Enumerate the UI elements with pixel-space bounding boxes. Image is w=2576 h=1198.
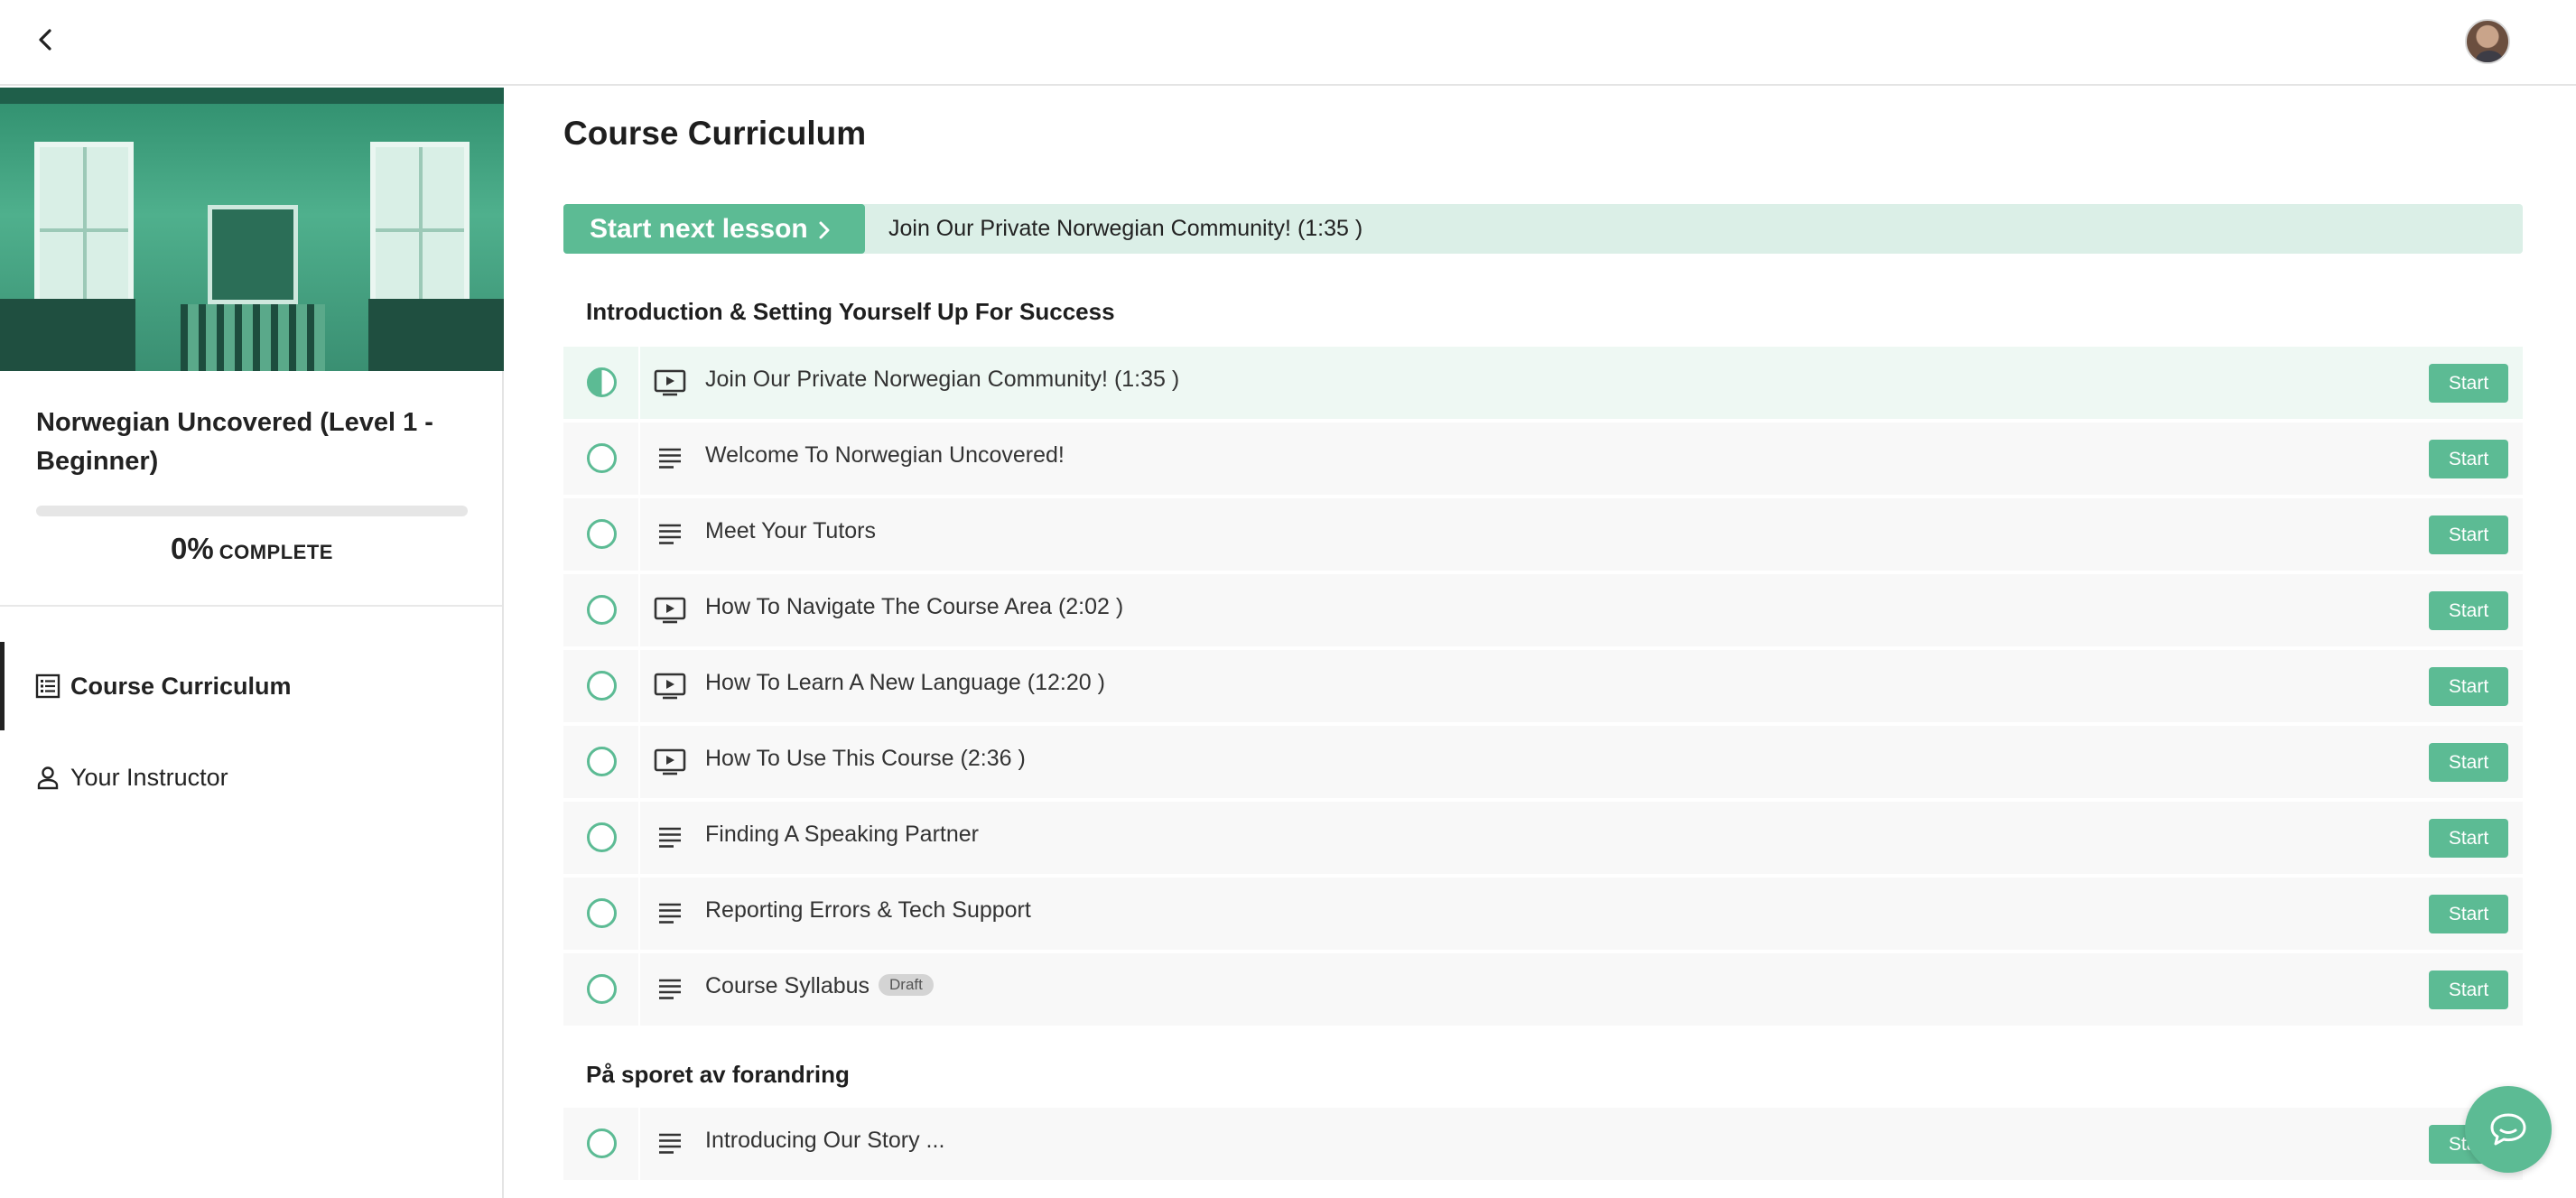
draft-badge: Draft bbox=[879, 974, 934, 997]
start-button[interactable]: Start bbox=[2429, 819, 2508, 858]
text-lesson-icon bbox=[659, 979, 681, 999]
video-icon bbox=[654, 597, 686, 624]
top-bar bbox=[0, 0, 2576, 86]
start-button[interactable]: Start bbox=[2429, 591, 2508, 630]
not-started-icon bbox=[587, 747, 617, 776]
not-started-icon bbox=[587, 519, 617, 549]
start-button[interactable]: Start bbox=[2429, 667, 2508, 706]
lesson-row[interactable]: Introducing Our Story ... Start bbox=[563, 1108, 2523, 1182]
start-button[interactable]: Start bbox=[2429, 970, 2508, 1009]
not-started-icon bbox=[587, 1128, 617, 1158]
not-started-icon bbox=[587, 898, 617, 928]
not-started-icon bbox=[587, 671, 617, 701]
start-next-lesson-button[interactable]: Start next lesson bbox=[563, 204, 865, 254]
sidebar-item-label: Your Instructor bbox=[70, 763, 228, 791]
lesson-title: Course Syllabus bbox=[705, 973, 870, 998]
next-lesson-title: Join Our Private Norwegian Community! (1… bbox=[888, 216, 1363, 241]
lesson-title: Meet Your Tutors bbox=[705, 518, 877, 543]
course-title: Norwegian Uncovered (Level 1 - Beginner) bbox=[36, 408, 433, 476]
sidebar-item-label: Course Curriculum bbox=[70, 672, 292, 700]
lesson-row[interactable]: Meet Your Tutors Start bbox=[563, 498, 2523, 572]
lesson-title: Welcome To Norwegian Uncovered! bbox=[705, 442, 1065, 468]
divider bbox=[0, 605, 502, 607]
chevron-left-icon bbox=[39, 29, 51, 51]
start-button[interactable]: Start bbox=[2429, 895, 2508, 933]
lesson-row[interactable]: How To Navigate The Course Area (2:02 ) … bbox=[563, 574, 2523, 648]
start-button[interactable]: Start bbox=[2429, 440, 2508, 478]
lesson-row[interactable]: Join Our Private Norwegian Community! (1… bbox=[563, 347, 2523, 421]
lesson-title: Reporting Errors & Tech Support bbox=[705, 897, 1031, 923]
video-icon bbox=[654, 748, 686, 775]
next-lesson-bar: Start next lesson Join Our Private Norwe… bbox=[563, 204, 2523, 254]
progress-bar bbox=[36, 506, 468, 516]
page-title: Course Curriculum bbox=[563, 115, 867, 152]
progress-percent: 0% bbox=[171, 532, 214, 565]
not-started-icon bbox=[587, 822, 617, 852]
user-avatar[interactable] bbox=[2465, 19, 2510, 64]
person-icon bbox=[34, 764, 61, 791]
start-button[interactable]: Start bbox=[2429, 743, 2508, 782]
sidebar-item-course-curriculum[interactable]: Course Curriculum bbox=[0, 642, 502, 730]
lesson-title: How To Learn A New Language (12:20 ) bbox=[705, 670, 1105, 695]
text-lesson-icon bbox=[659, 448, 681, 469]
text-lesson-icon bbox=[659, 1133, 681, 1154]
not-started-icon bbox=[587, 595, 617, 625]
start-next-lesson-label: Start next lesson bbox=[590, 213, 808, 244]
not-started-icon bbox=[587, 443, 617, 473]
section-title: Introduction & Setting Yourself Up For S… bbox=[586, 298, 1115, 325]
chat-button[interactable] bbox=[2465, 1086, 2552, 1173]
lesson-title-wrapper: Course Syllabus Draft bbox=[705, 973, 934, 999]
in-progress-icon bbox=[587, 367, 617, 397]
progress-text: 0% COMPLETE bbox=[36, 532, 468, 566]
text-lesson-icon bbox=[659, 827, 681, 848]
lesson-row[interactable]: Reporting Errors & Tech Support Start bbox=[563, 878, 2523, 952]
start-button[interactable]: Start bbox=[2429, 515, 2508, 554]
lesson-row[interactable]: How To Use This Course (2:36 ) Start bbox=[563, 726, 2523, 800]
lesson-row[interactable]: Finding A Speaking Partner Start bbox=[563, 802, 2523, 876]
text-lesson-icon bbox=[659, 903, 681, 924]
chevron-right-icon bbox=[819, 221, 830, 239]
main-content: Course Curriculum Start next lesson Join… bbox=[563, 88, 2523, 1198]
lesson-title: How To Navigate The Course Area (2:02 ) bbox=[705, 594, 1124, 619]
section-title: På sporet av forandring bbox=[586, 1061, 850, 1088]
sidebar: Norwegian Uncovered (Level 1 - Beginner)… bbox=[0, 88, 504, 1198]
list-icon bbox=[34, 673, 61, 700]
start-button[interactable]: Start bbox=[2429, 364, 2508, 403]
back-button[interactable] bbox=[25, 20, 65, 60]
course-cover-image bbox=[0, 88, 504, 371]
video-icon bbox=[654, 369, 686, 396]
text-lesson-icon bbox=[659, 524, 681, 544]
chat-icon bbox=[2490, 1113, 2526, 1146]
lesson-title: Finding A Speaking Partner bbox=[705, 822, 979, 847]
lesson-row[interactable]: Course Syllabus Draft Start bbox=[563, 953, 2523, 1027]
lesson-row[interactable]: How To Learn A New Language (12:20 ) Sta… bbox=[563, 650, 2523, 724]
lesson-title: Join Our Private Norwegian Community! (1… bbox=[705, 367, 1180, 392]
progress-label: COMPLETE bbox=[219, 541, 333, 563]
sidebar-item-your-instructor[interactable]: Your Instructor bbox=[0, 733, 502, 822]
lesson-title: How To Use This Course (2:36 ) bbox=[705, 746, 1026, 771]
lesson-row[interactable]: Welcome To Norwegian Uncovered! Start bbox=[563, 423, 2523, 497]
video-icon bbox=[654, 673, 686, 700]
not-started-icon bbox=[587, 974, 617, 1004]
lesson-title: Introducing Our Story ... bbox=[705, 1128, 945, 1153]
